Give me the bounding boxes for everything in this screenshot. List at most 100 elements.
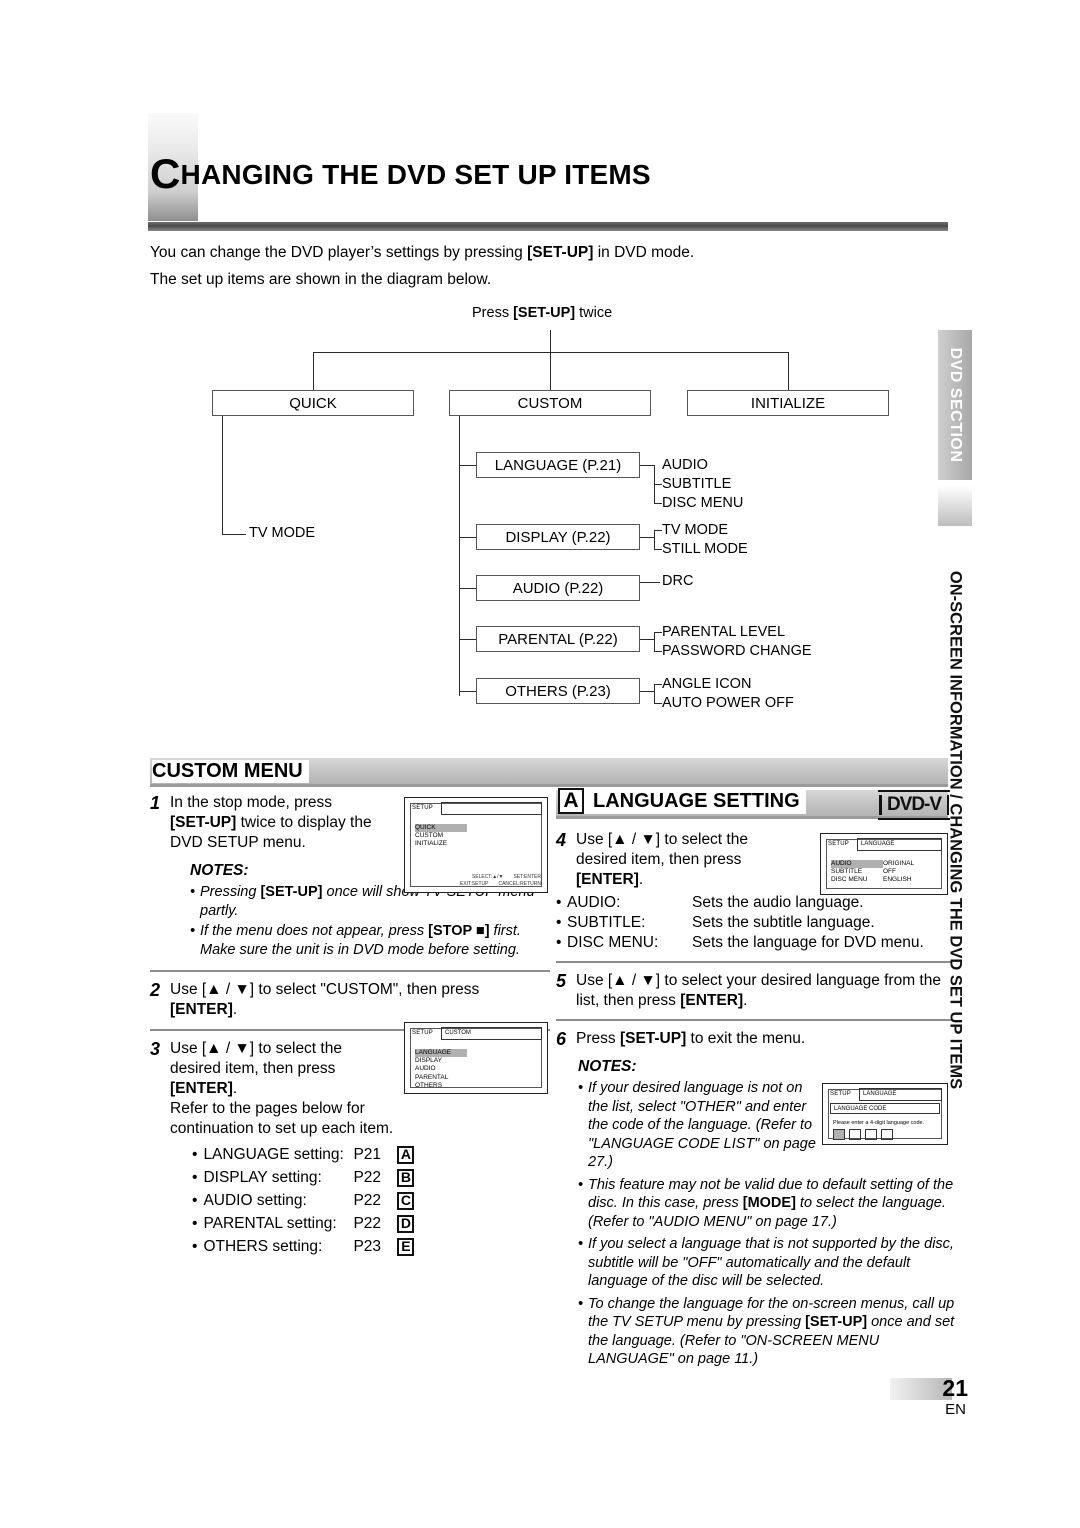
intro-1-a: You can change the DVD player’s settings… (150, 244, 528, 261)
quick-leaf-connector (222, 534, 246, 535)
step-1-body: In the stop mode, press [SET-UP] twice t… (170, 793, 410, 853)
step-4-bullet-value: Sets the language for DVD menu. (692, 934, 924, 951)
press-label-key: [SET-UP] (513, 305, 576, 321)
branch-initialize (788, 352, 789, 390)
step-3-line-2: desired item, then press (170, 1060, 336, 1077)
step-4-bullet: • SUBTITLE: Sets the subtitle language. (556, 913, 952, 933)
screen-code-prompt: Please enter a 4-digit language code. (833, 1120, 925, 1126)
section-header-custom-menu: CUSTOM MENU (150, 758, 948, 787)
note-1-1-a: Pressing (200, 884, 261, 900)
bullet: • (192, 1146, 198, 1163)
screen-menu-item-label: OTHERS (415, 1081, 443, 1089)
step-6-text-a: Press (576, 1030, 620, 1047)
refer-badge-e: E (397, 1237, 415, 1256)
step-2-body: Use [▲ / ▼] to select "CUSTOM", then pre… (170, 980, 548, 1020)
others-child-tick-2 (654, 703, 662, 704)
parental-stub (640, 639, 654, 640)
step-2-text-a: Use [▲ / ▼] to select "CUSTOM", then pre… (170, 981, 480, 998)
note-1-1-key: [SET-UP] (260, 884, 323, 900)
screen-setting-row: AUDIO ORIGINAL (831, 860, 914, 869)
diagram-leaf-parental-level: PARENTAL LEVEL (662, 624, 786, 640)
screen-menu-item: OTHERS (415, 1082, 467, 1090)
step-2-text-c: . (232, 1001, 238, 1018)
title-rule (148, 222, 948, 231)
parental-child-tick-1 (654, 632, 662, 633)
step-1-number: 1 (150, 793, 161, 813)
screen-menu-item: QUICK (415, 824, 467, 833)
diagram-box-others: OTHERS (P.23) (476, 678, 640, 704)
step-3-line-3: [ENTER]. (170, 1079, 415, 1099)
language-child-tick-1 (654, 484, 662, 485)
step-4-bullets: • AUDIO: Sets the audio language. • SUBTITL… (556, 893, 952, 953)
note-1-2-a: If the menu does not appear, press (200, 923, 429, 939)
screen-topbar: SETUP LANGUAGE (828, 1087, 942, 1101)
step-4-line-3: [ENTER]. (576, 870, 821, 890)
display-child-spine (654, 530, 655, 549)
setup-tree-diagram: Press [SET-UP] twice QUICK CUSTOM INITIA… (150, 300, 950, 730)
step-4-body: Use [▲ / ▼] to select the desired item, … (576, 830, 821, 890)
diagram-box-parental: PARENTAL (P.22) (476, 626, 640, 652)
step-4-bullet-value: Sets the audio language. (692, 894, 864, 911)
step-3-number: 3 (150, 1039, 161, 1059)
press-label-a: Press (472, 305, 514, 321)
screen-setting-row: SUBTITLE OFF (831, 868, 914, 876)
bullet: • (556, 914, 562, 931)
screen-menu-item: DISPLAY (415, 1057, 467, 1065)
step-4-number: 4 (556, 830, 567, 850)
screen-setting-row: DISC MENU ENGLISH (831, 876, 914, 884)
custom-connector-others (459, 691, 476, 692)
screen-menu-item-label: DISPLAY (415, 1057, 442, 1065)
screen-topbar-label: SETUP (830, 1091, 852, 1097)
bullet: • (192, 1192, 198, 1209)
screen-topbar: SETUP LANGUAGE (826, 837, 942, 851)
step-4-line-3-text: . (638, 871, 644, 888)
bullet: • (192, 1238, 198, 1255)
screen-mockup-language-code: SETUP LANGUAGE LANGUAGE CODE Please ente… (822, 1083, 948, 1145)
step-3-line-1: Use [▲ / ▼] to select the (170, 1040, 342, 1057)
step-4-bullet-key: SUBTITLE: (567, 914, 646, 931)
diagram-box-display: DISPLAY (P.22) (476, 524, 640, 550)
bullet: • (192, 1215, 198, 1232)
section-header-title-wrap: A LANGUAGE SETTING (558, 788, 806, 814)
screen-settings-list: AUDIO ORIGINAL SUBTITLE OFF DISC MENU ENGLI… (831, 860, 914, 885)
intro-1-c: in DVD mode. (593, 244, 695, 261)
note-1-2-key: [STOP ■] (428, 923, 490, 939)
side-tab-label: DVD SECTION (947, 347, 964, 463)
intro-line-1: You can change the DVD player’s settings… (150, 243, 694, 262)
screen-topbar-label: SETUP (412, 1030, 434, 1036)
code-cell-2 (849, 1129, 861, 1140)
refer-badge-a: A (397, 1145, 415, 1164)
diagram-leaf-language-subtitle: SUBTITLE (662, 476, 732, 492)
screen-topbar-value: LANGUAGE (859, 1087, 942, 1101)
screen-hint-set: SET:ENTER (513, 874, 541, 880)
diagram-leaf-language-discmenu: DISC MENU (662, 495, 744, 511)
code-cell-1 (833, 1129, 845, 1140)
diagram-leaf-display-tvmode: TV MODE (662, 522, 729, 538)
step-4-bullet-key: AUDIO: (567, 894, 621, 911)
screen-topbar-value (441, 801, 542, 815)
quick-spine (222, 416, 223, 534)
page-title-dropcap: C (150, 150, 181, 197)
step-3-line-5: continuation to set up each item. (170, 1120, 394, 1137)
step-3-line-4: Refer to the pages below for (170, 1100, 365, 1117)
step-4-bullet-key: DISC MENU: (567, 934, 659, 951)
screen-mockup-language: SETUP LANGUAGE AUDIO ORIGINAL SUBTITLE OFF… (820, 833, 948, 895)
others-child-tick-1 (654, 684, 662, 685)
language-child-tick-2 (654, 503, 662, 504)
custom-connector-parental (459, 639, 476, 640)
screen-mockup-custom: SETUP CUSTOM LANGUAGE DISPLAY AUDIO PARE… (404, 1022, 548, 1094)
diagram-leaf-audio-drc: DRC (662, 573, 694, 589)
notes-heading-2: NOTES: (578, 1058, 637, 1075)
step-1-key: [SET-UP] (170, 814, 237, 831)
bullet: • (556, 934, 562, 951)
diagram-box-custom: CUSTOM (449, 390, 651, 416)
note-2-1: If your desired language is not on the l… (578, 1079, 818, 1172)
step-3-line-3-text: . (232, 1080, 238, 1097)
refer-item: • PARENTAL setting: P22 D (192, 1212, 550, 1235)
step-1-line-2-text: twice to display the (236, 814, 372, 831)
refer-item-name: OTHERS setting: (203, 1238, 323, 1255)
screen-hint-cancel: CANCEL:RETURN (498, 881, 541, 887)
section-header-title: CUSTOM MENU (152, 760, 309, 783)
press-setup-label: Press [SET-UP] twice (472, 305, 612, 321)
refer-item-page: P23 (353, 1238, 382, 1255)
